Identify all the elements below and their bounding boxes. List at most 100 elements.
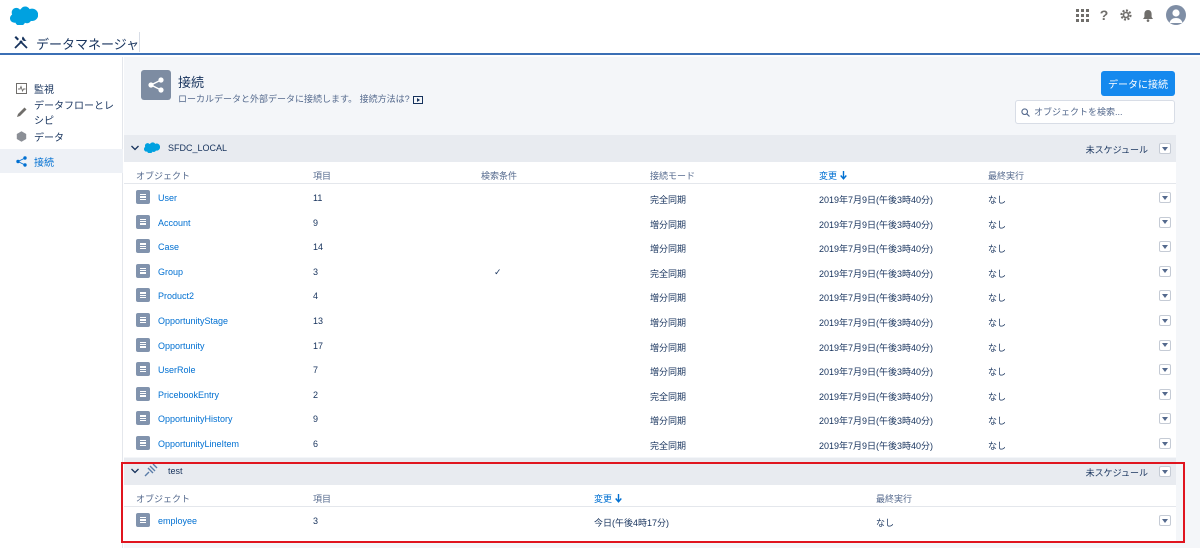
row-action-dropdown[interactable] — [1159, 216, 1171, 228]
help-icon[interactable]: ? — [1096, 7, 1112, 23]
connection-mode: 増分同期 — [650, 342, 687, 353]
column-header-fields[interactable]: 項目 — [313, 492, 331, 505]
column-header-object[interactable]: オブジェクト — [136, 169, 190, 182]
field-count: 7 — [313, 365, 319, 376]
app-title: データマネージャ — [36, 37, 140, 52]
row-action-dropdown[interactable] — [1159, 388, 1171, 400]
field-count: 9 — [313, 414, 319, 425]
connection-mode: 完全同期 — [650, 195, 687, 205]
sidebar-item-dataflow[interactable]: データフローとレシピ — [0, 100, 123, 127]
table-row: Opportunity 17 増分同期 2019年7月9日(午後3時40分) なし — [124, 333, 1176, 358]
app-launcher-icon[interactable] — [1074, 7, 1090, 23]
connection-mode: 完全同期 — [650, 441, 687, 451]
field-count: 3 — [313, 266, 319, 277]
object-link[interactable]: UserRole — [158, 365, 196, 375]
app-navigation-bar: データマネージャ — [0, 30, 1200, 55]
last-run: なし — [988, 195, 1007, 205]
search-icon — [1021, 107, 1030, 117]
object-link[interactable]: Case — [158, 242, 179, 252]
object-link[interactable]: OpportunityStage — [158, 316, 228, 326]
main-content: 接続 ローカルデータと外部データに接続します。 接続方法は? データに接続 SF… — [124, 57, 1200, 548]
changed-date: 2019年7月9日(午後3時40分) — [819, 416, 934, 427]
column-header-last-run[interactable]: 最終実行 — [876, 492, 912, 505]
sidebar-item-label: データ — [34, 132, 64, 144]
row-action-dropdown[interactable] — [1159, 192, 1171, 203]
subtitle-text: ローカルデータと外部データに接続します。 接続方法は? — [178, 94, 410, 104]
chevron-down-icon[interactable] — [130, 143, 140, 153]
row-action-dropdown[interactable] — [1159, 265, 1171, 277]
object-link[interactable]: Group — [158, 267, 183, 277]
chevron-down-icon[interactable] — [130, 466, 140, 476]
search-input[interactable] — [1034, 107, 1169, 117]
changed-date: 2019年7月9日(午後3時40分) — [819, 441, 934, 451]
object-link[interactable]: OpportunityHistory — [158, 414, 233, 424]
row-action-dropdown[interactable] — [1159, 364, 1171, 376]
last-run: なし — [988, 268, 1007, 279]
column-header-changed[interactable]: 変更 — [819, 169, 847, 182]
object-link[interactable]: OpportunityLineItem — [158, 439, 239, 449]
database-object-icon — [136, 239, 150, 254]
database-object-icon — [136, 214, 150, 229]
object-link[interactable]: PricebookEntry — [158, 390, 219, 400]
object-link[interactable]: User — [158, 193, 177, 203]
column-header-object[interactable]: オブジェクト — [136, 492, 190, 505]
field-count: 17 — [313, 340, 324, 351]
row-action-dropdown[interactable] — [1159, 290, 1171, 302]
section-menu-dropdown[interactable] — [1159, 466, 1171, 477]
column-header-changed[interactable]: 変更 — [594, 492, 622, 505]
database-object-icon — [136, 386, 150, 401]
object-link[interactable]: Opportunity — [158, 341, 205, 351]
table-row: Group 3 ✓ 完全同期 2019年7月9日(午後3時40分) なし — [124, 259, 1176, 284]
row-action-dropdown[interactable] — [1159, 515, 1171, 526]
changed-date: 2019年7月9日(午後3時40分) — [819, 342, 934, 353]
connection-name: test — [168, 466, 183, 476]
database-object-icon — [136, 362, 150, 377]
object-link[interactable]: Product2 — [158, 291, 194, 301]
bell-icon[interactable] — [1140, 7, 1156, 23]
page-subtitle: ローカルデータと外部データに接続します。 接続方法は? — [178, 92, 423, 105]
database-object-icon — [136, 436, 150, 450]
salesforce-logo[interactable] — [10, 6, 38, 25]
changed-date: 2019年7月9日(午後3時40分) — [819, 268, 934, 279]
last-run: なし — [988, 391, 1007, 402]
field-count: 6 — [313, 439, 319, 449]
user-avatar[interactable] — [1166, 5, 1186, 25]
video-icon[interactable] — [412, 95, 423, 104]
database-object-icon — [136, 313, 150, 327]
column-header-filter[interactable]: 検索条件 — [481, 169, 517, 182]
column-header-mode[interactable]: 接続モード — [650, 169, 695, 182]
last-run: なし — [988, 416, 1007, 427]
pencil-icon — [16, 107, 27, 118]
connection-mode: 増分同期 — [650, 367, 687, 378]
connection-section-test: test 未スケジュール オブジェクト 項目 変更 最終実行 employee 3… — [124, 458, 1176, 542]
field-count: 14 — [313, 242, 324, 253]
connect-data-button[interactable]: データに接続 — [1101, 71, 1175, 96]
divider — [139, 32, 140, 52]
sidebar-item-data[interactable]: データ — [0, 124, 123, 148]
sidebar-item-connect[interactable]: 接続 — [0, 149, 123, 173]
row-action-dropdown[interactable] — [1159, 241, 1171, 253]
object-link[interactable]: employee — [158, 516, 197, 526]
column-header-last-run[interactable]: 最終実行 — [988, 169, 1024, 182]
table-row: PricebookEntry 2 完全同期 2019年7月9日(午後3時40分) なし — [124, 382, 1176, 407]
sidebar-item-label: 監視 — [34, 84, 54, 96]
database-object-icon — [136, 263, 150, 278]
section-menu-dropdown[interactable] — [1159, 143, 1171, 154]
row-action-dropdown[interactable] — [1159, 413, 1171, 425]
row-action-dropdown[interactable] — [1159, 438, 1171, 449]
row-action-dropdown[interactable] — [1159, 339, 1171, 351]
field-count: 2 — [313, 389, 319, 400]
database-object-icon — [136, 190, 150, 204]
connection-mode: 増分同期 — [650, 416, 687, 427]
column-header-fields[interactable]: 項目 — [313, 169, 331, 182]
table-row: OpportunityHistory 9 増分同期 2019年7月9日(午後3時40分… — [124, 406, 1176, 431]
object-link[interactable]: Account — [158, 218, 191, 228]
changed-date: 2019年7月9日(午後3時40分) — [819, 367, 934, 378]
arrow-down-icon — [840, 171, 847, 180]
connection-mode: 増分同期 — [650, 219, 687, 230]
row-action-dropdown[interactable] — [1159, 315, 1171, 326]
share-icon — [141, 70, 171, 100]
share-icon — [16, 155, 27, 167]
gear-icon[interactable] — [1118, 7, 1134, 23]
changed-date: 2019年7月9日(午後3時40分) — [819, 195, 934, 205]
